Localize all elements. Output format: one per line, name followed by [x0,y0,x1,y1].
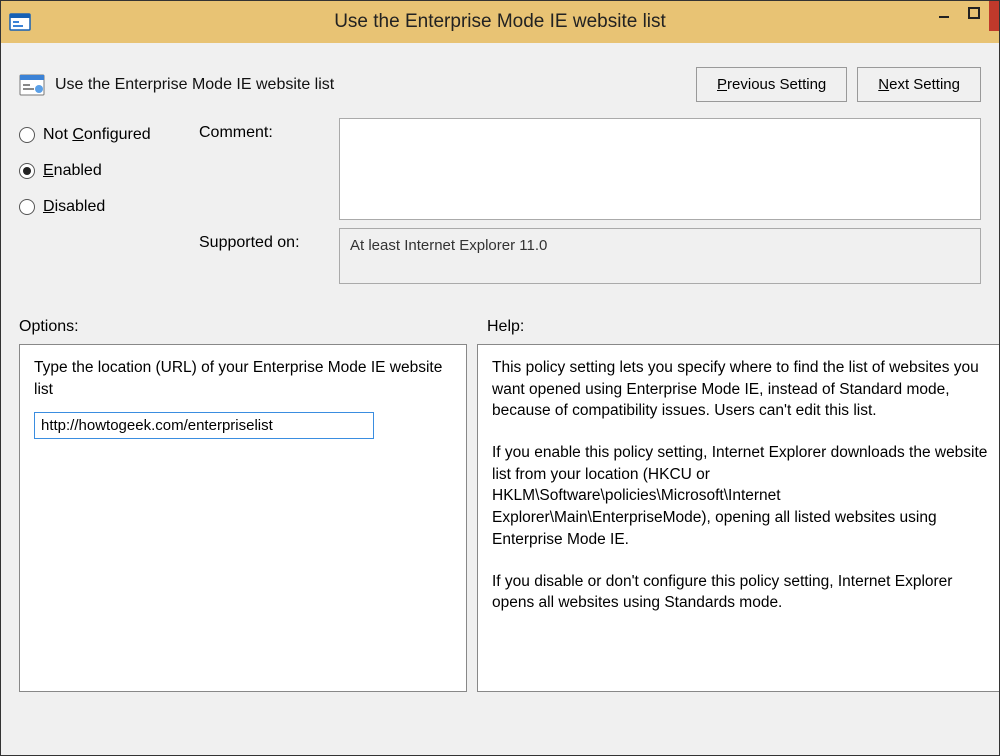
policy-editor-window: Use the Enterprise Mode IE website list … [0,0,1000,756]
options-panel: Type the location (URL) of your Enterpri… [19,344,467,692]
window-controls [929,1,999,31]
help-panel: This policy setting lets you specify whe… [477,344,999,692]
help-paragraph: If you disable or don't configure this p… [492,571,993,614]
close-button[interactable] [989,1,999,31]
titlebar[interactable]: Use the Enterprise Mode IE website list [1,1,999,43]
help-paragraph: If you enable this policy setting, Inter… [492,442,993,550]
panels: Type the location (URL) of your Enterpri… [1,344,999,692]
policy-icon [19,73,45,97]
state-radio-group: Not Configured Enabled Disabled [19,118,199,284]
radio-icon [19,199,35,215]
radio-disabled[interactable]: Disabled [19,198,199,216]
header-row: Use the Enterprise Mode IE website list … [1,43,999,114]
config-area: Not Configured Enabled Disabled Comment:… [1,114,999,292]
radio-enabled[interactable]: Enabled [19,162,199,180]
comment-input[interactable] [339,118,981,220]
radio-not-configured[interactable]: Not Configured [19,126,199,144]
radio-icon [19,163,35,179]
radio-label: Not Configured [43,126,151,144]
minimize-button[interactable] [929,1,959,25]
app-icon [9,11,31,33]
options-instruction: Type the location (URL) of your Enterpri… [34,357,452,400]
previous-setting-button[interactable]: Previous Setting [696,67,847,102]
comment-label: Comment: [199,118,339,142]
url-input[interactable] [34,412,374,439]
help-label: Help: [487,318,524,336]
window-title: Use the Enterprise Mode IE website list [1,11,999,33]
next-setting-button[interactable]: Next Setting [857,67,981,102]
supported-on-label: Supported on: [199,228,339,252]
radio-icon [19,127,35,143]
policy-title: Use the Enterprise Mode IE website list [55,76,686,94]
section-labels: Options: Help: [1,292,999,344]
help-paragraph: This policy setting lets you specify whe… [492,357,993,422]
radio-label: Disabled [43,198,105,216]
supported-on-value: At least Internet Explorer 11.0 [339,228,981,284]
maximize-button[interactable] [959,1,989,25]
radio-label: Enabled [43,162,102,180]
options-label: Options: [19,318,487,336]
meta-fields: Comment: Supported on: At least Internet… [199,118,981,284]
